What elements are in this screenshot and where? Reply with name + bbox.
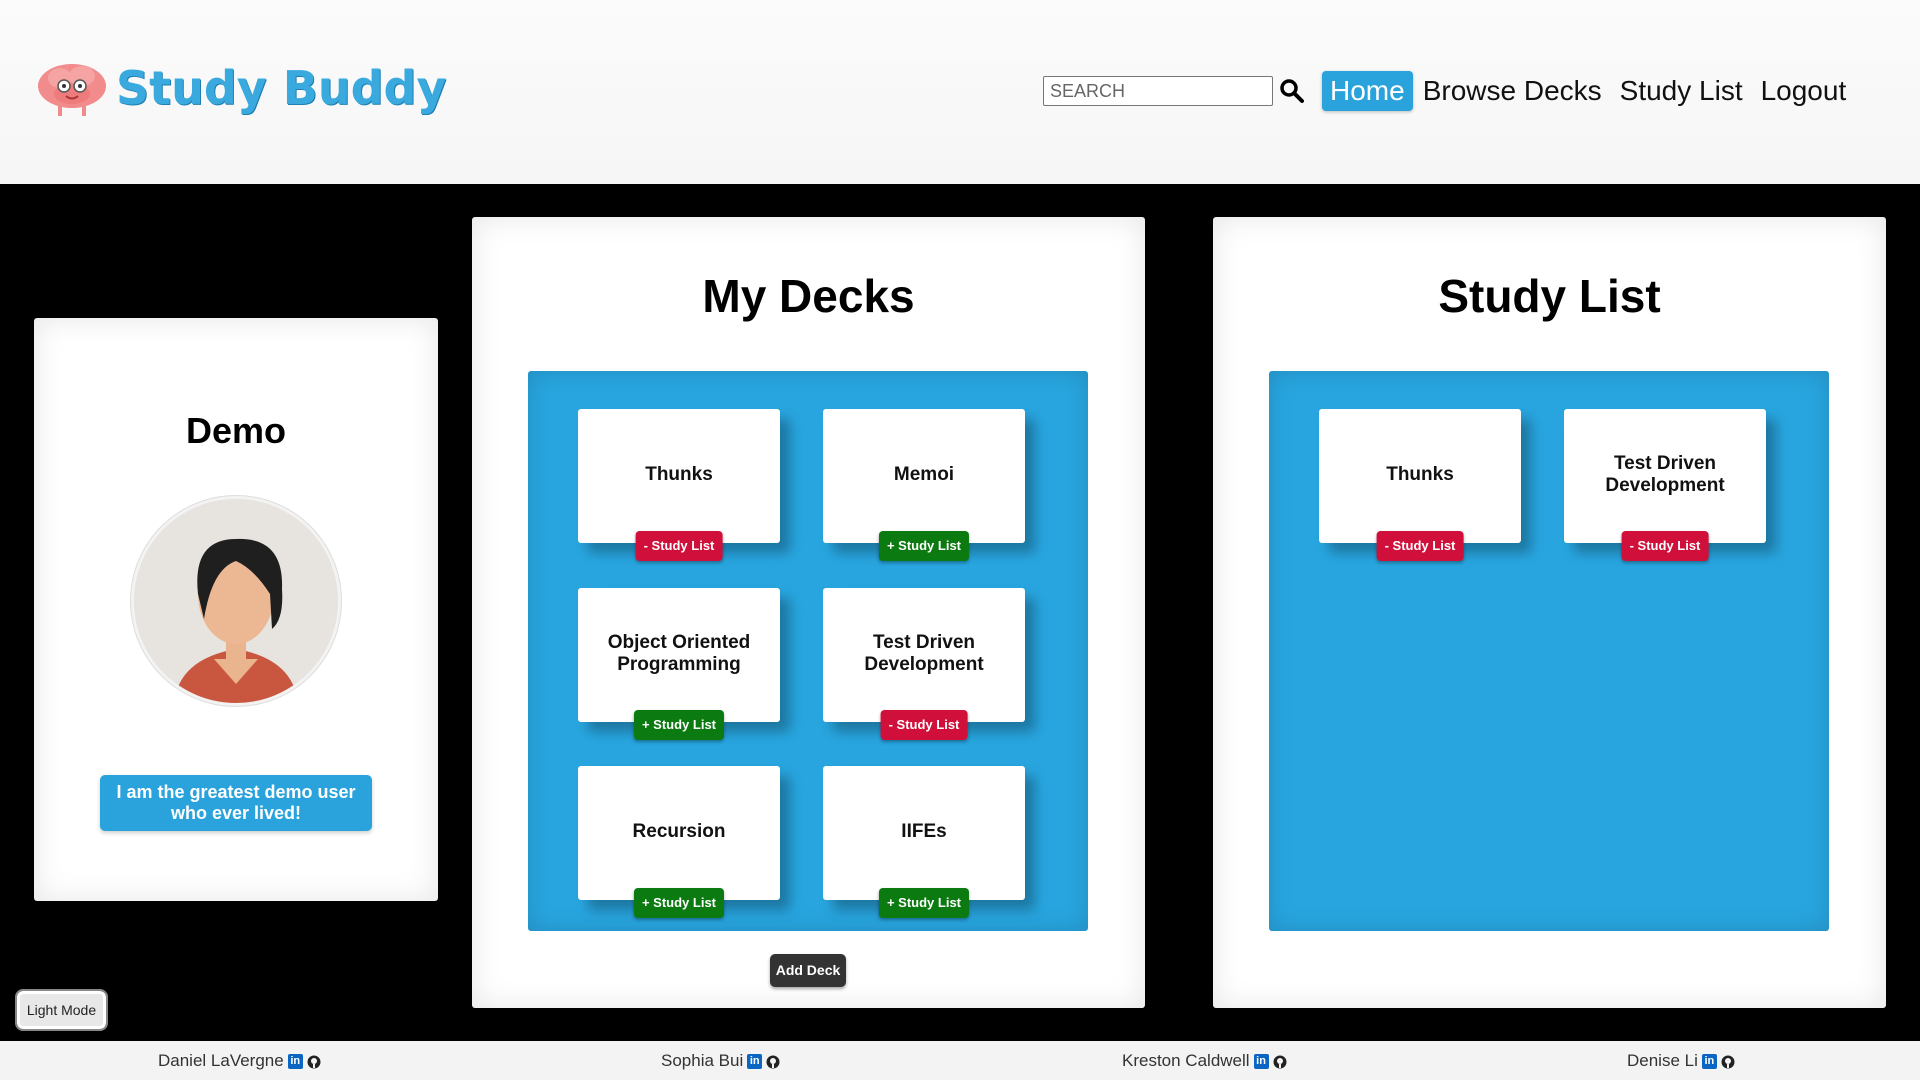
credit-item: Denise Li in [1627,1051,1735,1071]
credit-name: Kreston Caldwell [1122,1051,1250,1070]
my-decks-grid: Thunks - Study List Memoi + Study List O… [528,371,1088,931]
deck-title: Thunks [645,464,713,485]
my-decks-panel: My Decks Thunks - Study List Memoi + Stu… [472,217,1145,1008]
deck-card[interactable]: Thunks - Study List [578,409,780,561]
profile-name: Demo [185,410,287,451]
brand-name: Study Buddy [116,61,447,115]
my-decks-title: My Decks [702,270,915,322]
github-icon[interactable] [766,1054,780,1069]
study-list-grid: Thunks - Study List Test Driven Developm… [1269,371,1829,931]
linkedin-icon[interactable]: in [287,1053,303,1069]
remove-study-list-button[interactable]: - Study List [635,531,723,561]
search-bar [1043,76,1305,106]
deck-card[interactable]: Memoi + Study List [823,409,1025,561]
remove-study-list-button[interactable]: - Study List [880,710,968,740]
nav-home[interactable]: Home [1322,71,1413,111]
credit-name: Denise Li [1627,1051,1698,1070]
search-icon[interactable] [1279,78,1305,104]
github-icon[interactable] [307,1054,321,1069]
add-deck-button[interactable]: Add Deck [770,954,846,987]
deck-title: Recursion [632,821,726,842]
github-icon[interactable] [1273,1054,1287,1069]
deck-card[interactable]: Recursion + Study List [578,766,780,918]
light-mode-toggle[interactable]: Light Mode [15,989,108,1031]
bio-button[interactable]: I am the greatest demo user who ever liv… [100,775,372,831]
add-study-list-button[interactable]: + Study List [633,710,725,740]
nav-logout[interactable]: Logout [1753,71,1855,111]
remove-study-list-button[interactable]: - Study List [1376,531,1464,561]
brand-logo[interactable]: Study Buddy [32,52,446,124]
main-nav: Home Browse Decks Study List Logout [1322,67,1856,115]
credit-name: Daniel LaVergne [158,1051,284,1070]
deck-card[interactable]: IIFEs + Study List [823,766,1025,918]
search-input[interactable] [1043,76,1273,106]
credit-item: Kreston Caldwell in [1122,1051,1287,1071]
linkedin-icon[interactable]: in [747,1053,763,1069]
credit-item: Daniel LaVergne in [158,1051,321,1071]
deck-card[interactable]: Thunks - Study List [1319,409,1521,561]
nav-study-list[interactable]: Study List [1612,71,1751,111]
brain-icon [32,56,112,120]
deck-card[interactable]: Test Driven Development - Study List [1564,409,1766,561]
study-list-panel: Study List Thunks - Study List Test Driv… [1213,217,1886,1008]
study-list-title: Study List [1438,270,1661,322]
deck-card[interactable]: Object Oriented Programming + Study List [578,588,780,740]
deck-title: Memoi [893,464,955,485]
deck-card[interactable]: Test Driven Development - Study List [823,588,1025,740]
add-study-list-button[interactable]: + Study List [878,888,970,918]
remove-study-list-button[interactable]: - Study List [1621,531,1709,561]
site-header: Study Buddy Home Browse Decks Study List… [0,0,1920,184]
deck-title: Object Oriented Programming [607,632,751,675]
deck-title: Test Driven Development [864,632,984,675]
github-icon[interactable] [1721,1054,1735,1069]
credit-item: Sophia Bui in [661,1051,780,1071]
nav-browse-decks[interactable]: Browse Decks [1415,71,1610,111]
profile-card: Demo I am the greatest demo user who eve… [34,318,438,901]
add-study-list-button[interactable]: + Study List [633,888,725,918]
avatar [131,496,341,706]
credit-name: Sophia Bui [661,1051,744,1070]
deck-title: Thunks [1386,464,1454,485]
linkedin-icon[interactable]: in [1253,1053,1269,1069]
deck-title: IIFEs [901,821,947,842]
footer: Daniel LaVergne in Sophia Bui in Kreston… [0,1041,1920,1080]
add-study-list-button[interactable]: + Study List [878,531,970,561]
deck-title: Test Driven Development [1605,453,1725,496]
linkedin-icon[interactable]: in [1701,1053,1717,1069]
